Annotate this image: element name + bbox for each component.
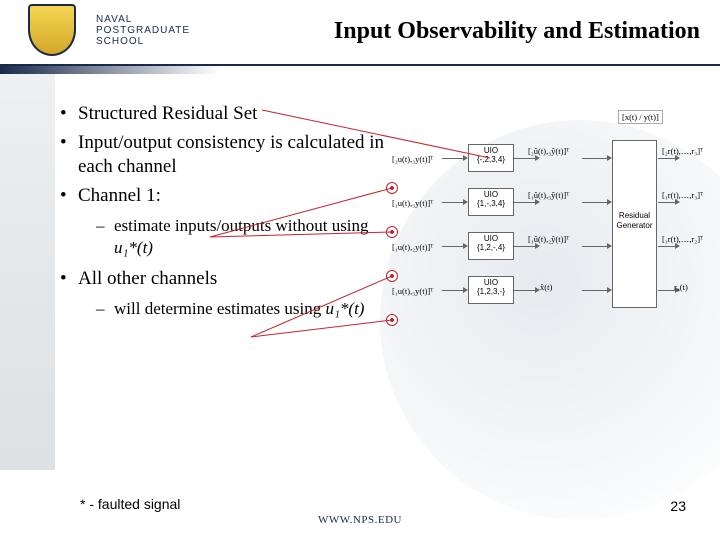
pointer-overlay: [0, 0, 720, 540]
